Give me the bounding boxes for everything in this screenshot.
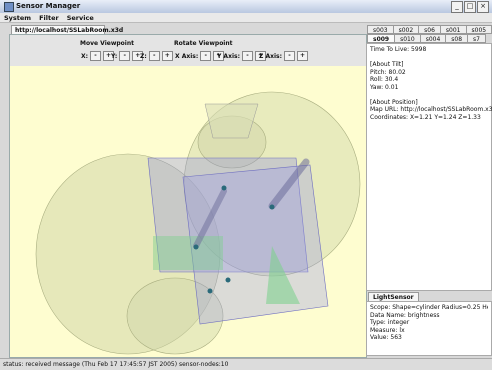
light-measure: Measure: lx <box>370 326 405 334</box>
menu-system[interactable]: System <box>4 13 31 22</box>
sensor-node-2[interactable] <box>193 244 199 250</box>
tab-s010[interactable]: s010 <box>394 34 421 43</box>
tab-s001[interactable]: s001 <box>439 25 467 34</box>
move-y-label: Y: <box>111 52 118 60</box>
sensor-node-1[interactable] <box>221 185 227 191</box>
time-to-live: Time To Live: 5998 <box>370 46 427 53</box>
pitch-value: Pitch: 80.02 <box>370 68 406 76</box>
rotate-z-minus-button[interactable]: - <box>283 51 295 61</box>
rotate-y-label: Y Axis: <box>217 52 240 60</box>
title-bar: Sensor Manager _ □ × <box>0 0 492 14</box>
position-header: [About Position] <box>370 98 418 106</box>
move-z-label: Z: <box>140 52 147 60</box>
light-value: Value: 563 <box>370 334 402 341</box>
tab-s7[interactable]: s7 <box>467 34 486 43</box>
sensor-node-3[interactable] <box>269 204 275 210</box>
tilt-header: [About Tilt] <box>370 61 404 68</box>
light-scope: Scope: Shape=cylinder Radius=0.25 Height… <box>370 304 488 311</box>
sensor-node-4[interactable] <box>225 277 231 283</box>
move-x-control: X: - + <box>81 51 115 61</box>
viewer-tab[interactable]: http://localhost/SSLabRoom.x3d <box>11 25 123 34</box>
sensor-node-5[interactable] <box>207 288 213 294</box>
menu-service[interactable]: Service <box>67 13 94 22</box>
light-type: Type: integer <box>370 319 410 326</box>
move-y-control: Y: - + <box>111 51 144 61</box>
map-url: Map URL: http://localhost/SSLabRoom.x3d <box>370 106 492 113</box>
rotate-x-minus-button[interactable]: - <box>200 51 212 61</box>
rotate-viewpoint-label: Rotate Viewpoint <box>174 40 233 47</box>
move-z-control: Z: - + <box>140 51 173 61</box>
rotate-y-minus-button[interactable]: - <box>241 51 253 61</box>
sensor-tab-row-2: s009 s010 s004 s08 s7 <box>367 34 492 43</box>
move-x-minus-button[interactable]: - <box>90 51 102 61</box>
tab-s004[interactable]: s004 <box>419 34 447 43</box>
coordinates: Coordinates: X=1.21 Y=1.24 Z=1.33 <box>370 113 481 121</box>
move-z-minus-button[interactable]: - <box>148 51 160 61</box>
tab-s06[interactable]: s06 <box>418 25 441 34</box>
rotate-z-plus-button[interactable]: + <box>296 51 308 61</box>
rotate-x-label: X Axis: <box>175 52 199 60</box>
tab-s005[interactable]: s005 <box>465 25 492 34</box>
light-data-name: Data Name: brightness <box>370 311 440 319</box>
menu-filter[interactable]: Filter <box>39 13 59 22</box>
yaw-value: Yaw: 0.01 <box>370 83 399 91</box>
3d-scene-view[interactable] <box>10 66 366 357</box>
window-controls: _ □ × <box>451 1 489 13</box>
tab-s08[interactable]: s08 <box>445 34 469 43</box>
sensor-tab-row-1: s003 s002 s06 s001 s005 <box>367 25 492 34</box>
tab-s002[interactable]: s002 <box>392 25 420 34</box>
move-z-plus-button[interactable]: + <box>161 51 173 61</box>
move-viewpoint-label: Move Viewpoint <box>80 40 134 47</box>
viewer-panel: Move Viewpoint X: - + Y: - + Z: - + Rota… <box>9 34 367 358</box>
move-y-minus-button[interactable]: - <box>119 51 131 61</box>
minimize-button[interactable]: _ <box>451 1 463 13</box>
window-title: Sensor Manager <box>16 2 81 10</box>
sensor-info-panel: Time To Live: 5998 [About Tilt] Pitch: 8… <box>366 43 492 291</box>
tab-s003[interactable]: s003 <box>367 25 394 34</box>
rotate-z-control: Z Axis: - + <box>259 51 308 61</box>
green-panel-left <box>153 236 223 270</box>
menu-bar: System Filter Service <box>0 13 492 23</box>
rotate-z-label: Z Axis: <box>259 52 282 60</box>
scene-render <box>35 91 361 355</box>
status-bar: status: received message (Thu Feb 17 17:… <box>0 358 492 370</box>
roll-value: Roll: 30.4 <box>370 76 399 83</box>
maximize-button[interactable]: □ <box>464 1 476 13</box>
sensor-tabs: s003 s002 s06 s001 s005 s009 s010 s004 s… <box>367 25 492 43</box>
app-icon <box>4 2 14 12</box>
move-x-label: X: <box>81 52 89 60</box>
viewpoint-toolbar: Move Viewpoint X: - + Y: - + Z: - + Rota… <box>10 35 366 67</box>
light-sensor-panel: Scope: Shape=cylinder Radius=0.25 Height… <box>366 301 492 356</box>
tab-s009[interactable]: s009 <box>367 34 396 43</box>
close-button[interactable]: × <box>477 1 489 13</box>
